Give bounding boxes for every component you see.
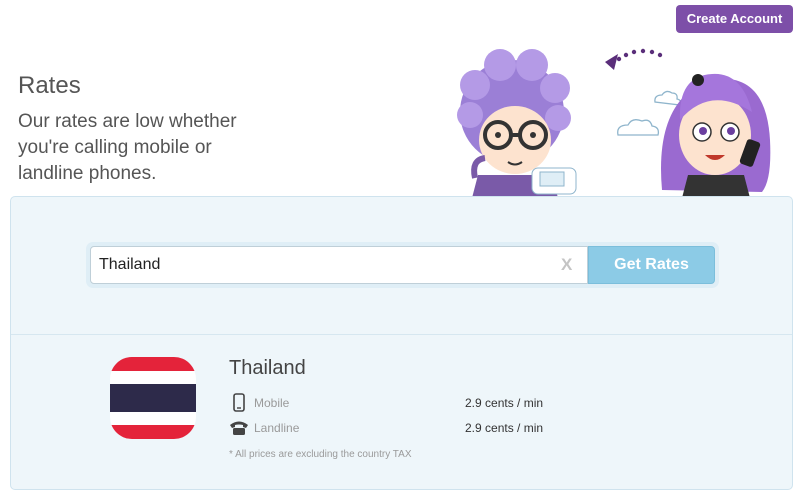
landline-phone-icon — [230, 421, 248, 435]
country-name: Thailand — [229, 357, 306, 379]
get-rates-button[interactable]: Get Rates — [588, 246, 715, 284]
rate-row-mobile: Mobile 2.9 cents / min — [229, 393, 569, 413]
rate-type-label: Mobile — [254, 396, 290, 410]
tax-note: * All prices are excluding the country T… — [229, 449, 412, 460]
arrow-icon — [605, 48, 663, 70]
hero-illustration — [457, 48, 771, 198]
divider — [11, 334, 792, 335]
search-bar: X Get Rates — [86, 242, 719, 288]
rate-price: 2.9 cents / min — [465, 421, 544, 435]
mobile-phone-icon — [233, 393, 245, 412]
page-title: Rates — [18, 72, 81, 99]
country-search-input[interactable] — [99, 247, 549, 283]
clear-search-icon[interactable]: X — [561, 255, 572, 275]
rate-type-label: Landline — [254, 421, 300, 435]
rates-panel: X Get Rates Thailand Mobile 2.9 cents / … — [10, 196, 793, 490]
thailand-flag-icon — [110, 357, 196, 439]
grandma-character — [457, 49, 577, 198]
page-subtitle: Our rates are low whether you're calling… — [18, 111, 237, 184]
rate-price: 2.9 cents / min — [465, 396, 544, 410]
rate-row-landline: Landline 2.9 cents / min — [229, 418, 569, 438]
create-account-button[interactable]: Create Account — [676, 5, 793, 33]
girl-character — [661, 73, 771, 198]
search-box: X — [90, 246, 588, 284]
